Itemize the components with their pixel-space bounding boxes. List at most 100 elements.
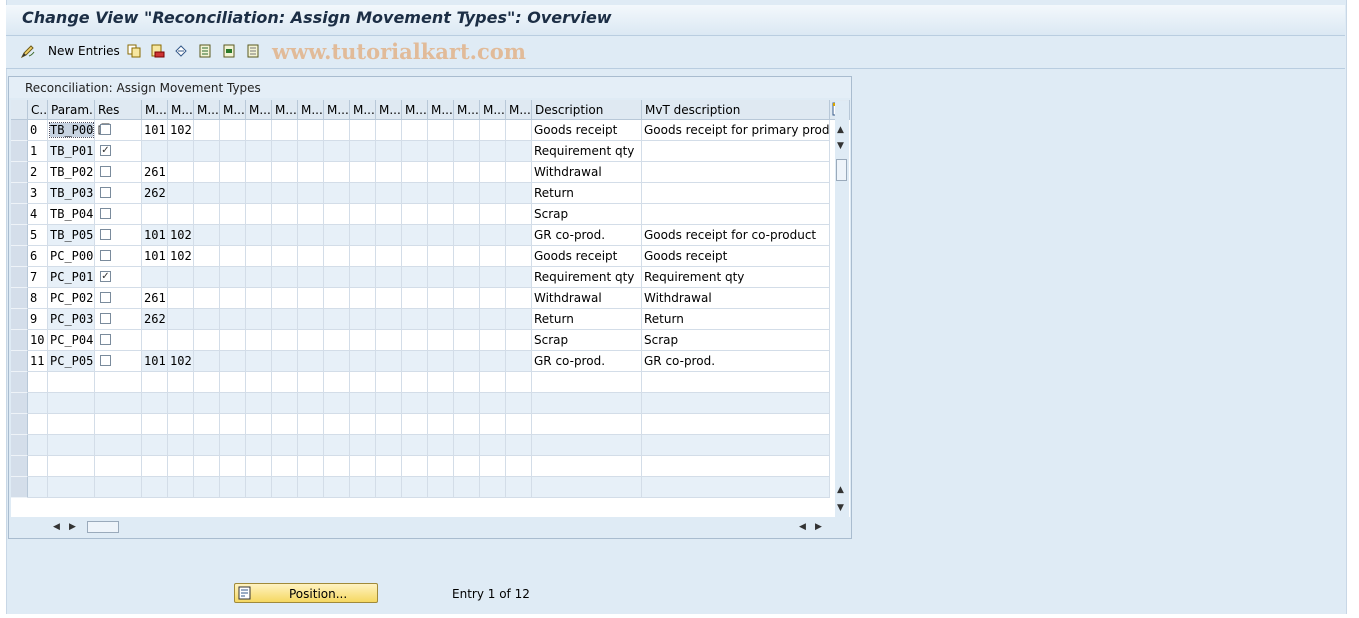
cell-res[interactable] — [95, 120, 142, 141]
cell-param[interactable]: TB_P00 — [48, 120, 110, 141]
cell[interactable] — [480, 120, 506, 141]
cell-param[interactable]: TB_P02 — [48, 162, 95, 183]
cell[interactable] — [402, 351, 428, 372]
cell[interactable] — [324, 351, 350, 372]
cell[interactable] — [480, 204, 506, 225]
cell-movement-type[interactable] — [168, 330, 194, 351]
cell[interactable] — [428, 120, 454, 141]
cell-description[interactable]: Scrap — [532, 330, 642, 351]
cell[interactable] — [220, 288, 246, 309]
cell[interactable] — [324, 225, 350, 246]
cell-param[interactable]: PC_P04 — [48, 330, 95, 351]
cell-param[interactable]: TB_P01 — [48, 141, 95, 162]
cell-movement-type[interactable]: 102 — [168, 225, 194, 246]
cell[interactable] — [428, 330, 454, 351]
cell[interactable] — [298, 162, 324, 183]
cell[interactable] — [246, 204, 272, 225]
cell-movement-type[interactable] — [168, 309, 194, 330]
cell[interactable] — [350, 288, 376, 309]
row-selector[interactable] — [11, 141, 28, 162]
res-checkbox[interactable] — [100, 208, 111, 219]
cell[interactable] — [194, 288, 220, 309]
cell-mvt-description[interactable] — [642, 141, 830, 162]
cell[interactable] — [480, 225, 506, 246]
cell[interactable] — [428, 141, 454, 162]
column-header[interactable]: M... — [402, 100, 428, 120]
cell[interactable] — [350, 204, 376, 225]
cell-mvt-description[interactable]: Return — [642, 309, 830, 330]
cell-movement-type[interactable]: 101 — [142, 351, 168, 372]
cell[interactable] — [376, 246, 402, 267]
cell-res[interactable] — [95, 204, 142, 225]
cell[interactable] — [402, 309, 428, 330]
cell-mvt-description[interactable]: Withdrawal — [642, 288, 830, 309]
cell-movement-type[interactable] — [142, 141, 168, 162]
cell-param[interactable]: TB_P04 — [48, 204, 95, 225]
res-checkbox[interactable] — [100, 250, 111, 261]
res-checkbox[interactable]: ✓ — [100, 145, 111, 156]
column-header[interactable]: Param. — [48, 100, 95, 120]
cell-description[interactable]: Withdrawal — [532, 288, 642, 309]
cell[interactable] — [298, 330, 324, 351]
cell[interactable] — [220, 141, 246, 162]
row-selector[interactable] — [11, 204, 28, 225]
cell-description[interactable]: Return — [532, 183, 642, 204]
row-selector[interactable] — [11, 120, 28, 141]
cell-mvt-description[interactable] — [642, 183, 830, 204]
cell-description[interactable]: GR co-prod. — [532, 351, 642, 372]
select-all-icon[interactable] — [197, 43, 213, 59]
cell[interactable] — [454, 120, 480, 141]
row-selector[interactable] — [11, 435, 28, 456]
cell[interactable] — [376, 351, 402, 372]
cell[interactable] — [454, 141, 480, 162]
row-selector[interactable] — [11, 477, 28, 498]
cell[interactable] — [376, 309, 402, 330]
cell[interactable] — [246, 246, 272, 267]
scroll-thumb[interactable] — [836, 159, 847, 181]
cell[interactable] — [480, 330, 506, 351]
cell[interactable] — [506, 225, 532, 246]
cell[interactable] — [480, 141, 506, 162]
cell[interactable] — [246, 309, 272, 330]
cell[interactable] — [480, 288, 506, 309]
cell[interactable] — [454, 204, 480, 225]
h-scroll-thumb[interactable] — [87, 521, 119, 533]
cell[interactable] — [324, 141, 350, 162]
horizontal-scrollbar[interactable]: ◀ ▶ ◀ ▶ — [47, 519, 837, 535]
cell[interactable] — [194, 183, 220, 204]
cell[interactable] — [350, 351, 376, 372]
cell[interactable] — [324, 120, 350, 141]
cell-res[interactable] — [95, 183, 142, 204]
cell[interactable] — [428, 183, 454, 204]
column-header[interactable]: M... — [350, 100, 376, 120]
cell-res[interactable] — [95, 330, 142, 351]
table-corner[interactable] — [11, 100, 28, 120]
column-header[interactable]: C.. — [28, 100, 48, 120]
cell-description[interactable]: Goods receipt — [532, 246, 642, 267]
cell[interactable] — [350, 330, 376, 351]
cell[interactable] — [350, 120, 376, 141]
cell[interactable] — [194, 309, 220, 330]
cell-movement-type[interactable]: 102 — [168, 351, 194, 372]
edit-pencil-icon[interactable] — [20, 43, 36, 59]
cell[interactable] — [350, 267, 376, 288]
cell[interactable] — [350, 225, 376, 246]
cell-movement-type[interactable]: 102 — [168, 120, 194, 141]
cell-movement-type[interactable] — [168, 183, 194, 204]
cell[interactable] — [454, 183, 480, 204]
cell[interactable] — [402, 204, 428, 225]
cell[interactable] — [402, 246, 428, 267]
cell[interactable] — [194, 204, 220, 225]
cell[interactable] — [454, 225, 480, 246]
res-checkbox[interactable] — [100, 313, 111, 324]
scroll-page-up-icon[interactable]: ▲ — [837, 485, 844, 495]
column-header[interactable]: M... — [428, 100, 454, 120]
cell-movement-type[interactable] — [168, 162, 194, 183]
cell[interactable] — [272, 141, 298, 162]
row-selector[interactable] — [11, 267, 28, 288]
cell-res[interactable]: ✓ — [95, 141, 142, 162]
cell[interactable] — [402, 183, 428, 204]
cell[interactable] — [350, 183, 376, 204]
cell[interactable] — [194, 141, 220, 162]
cell[interactable] — [506, 183, 532, 204]
